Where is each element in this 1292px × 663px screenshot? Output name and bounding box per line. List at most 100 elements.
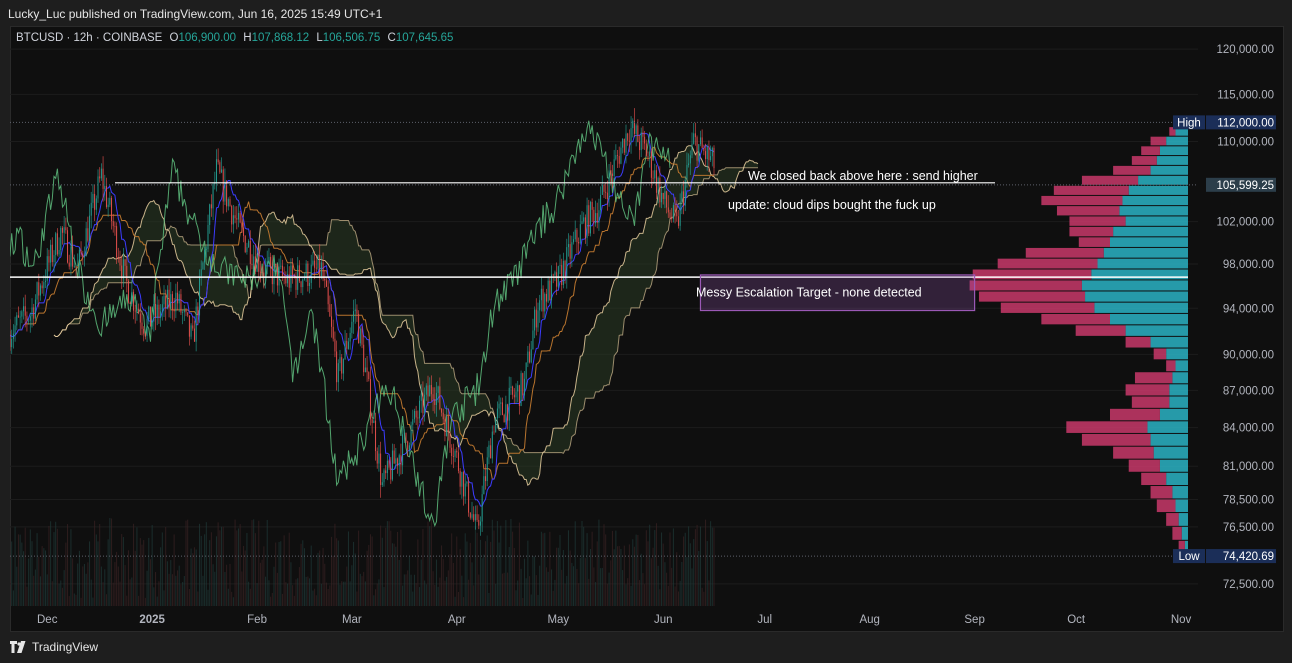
- candle-body: [623, 138, 625, 153]
- volume-bar: [353, 541, 355, 606]
- profile-bar-down: [1075, 325, 1126, 336]
- x-tick-label: Aug: [859, 614, 879, 626]
- volume-bar: [669, 532, 671, 606]
- candle-body: [53, 255, 55, 263]
- price-chart[interactable]: We closed back above here : send higher u…: [10, 26, 1282, 630]
- volume-bar: [463, 597, 465, 606]
- candle-body: [581, 221, 583, 225]
- candle-body: [523, 378, 525, 396]
- candle-body: [456, 450, 458, 453]
- candle-body: [705, 151, 707, 160]
- volume-bar: [78, 550, 80, 606]
- candle-body: [696, 137, 698, 161]
- volume-bar: [105, 594, 107, 606]
- volume-bar: [354, 553, 356, 606]
- price-tag-label: High: [1177, 117, 1201, 129]
- candle-body: [520, 373, 522, 406]
- volume-bar: [34, 569, 36, 606]
- candle-body: [126, 265, 128, 281]
- volume-bar: [522, 597, 524, 606]
- volume-bar: [512, 531, 514, 606]
- candle-body: [606, 192, 608, 200]
- volume-bar: [317, 552, 319, 606]
- candle-body: [573, 239, 575, 243]
- volume-bar: [564, 583, 566, 606]
- candle-body: [288, 273, 290, 288]
- volume-bar: [102, 582, 104, 606]
- candle-body: [149, 306, 151, 327]
- volume-bar: [73, 593, 75, 606]
- candle-body: [273, 264, 275, 285]
- volume-bar: [691, 568, 693, 606]
- volume-bar: [227, 588, 229, 606]
- profile-bar-down: [1069, 226, 1114, 237]
- candle-body: [510, 386, 512, 388]
- volume-bar: [268, 580, 270, 606]
- volume-bar: [14, 526, 16, 606]
- profile-bar-up: [1166, 472, 1188, 486]
- volume-bar: [664, 562, 666, 606]
- candle-body: [640, 132, 642, 151]
- candle-body: [239, 212, 241, 223]
- volume-bar: [346, 566, 348, 606]
- candle-body: [684, 179, 686, 206]
- volume-bar: [425, 584, 427, 606]
- y-tick-label: 84,000.00: [1223, 423, 1274, 435]
- volume-bar: [347, 531, 349, 606]
- candle-body: [652, 177, 654, 179]
- volume-bar: [368, 544, 370, 606]
- candle-body: [701, 137, 703, 149]
- volume-bar: [501, 573, 503, 606]
- candle-body: [596, 213, 598, 223]
- volume-bar: [391, 543, 393, 606]
- volume-bar: [97, 541, 99, 606]
- candle-body: [691, 143, 693, 156]
- profile-bar-up: [1159, 408, 1188, 421]
- profile-bar-up: [1110, 313, 1188, 325]
- volume-bar: [258, 520, 260, 606]
- volume-bar: [65, 542, 67, 606]
- symbol-label[interactable]: BTCUSD · 12h · COINBASE: [16, 32, 162, 44]
- profile-bar-down: [1056, 206, 1120, 216]
- y-tick-label: 115,000.00: [1217, 89, 1274, 101]
- candle-body: [654, 170, 656, 179]
- volume-bar: [471, 562, 473, 606]
- volume-bar: [627, 578, 629, 606]
- profile-bar-down: [1053, 185, 1129, 195]
- candle-body: [143, 328, 145, 334]
- candle-body: [361, 328, 363, 345]
- candle-body: [170, 294, 172, 309]
- volume-bar: [613, 549, 615, 606]
- volume-bar: [163, 590, 165, 606]
- candle-body: [312, 260, 314, 265]
- candle-body: [454, 450, 456, 457]
- candle-body: [276, 264, 278, 286]
- candle-body: [100, 168, 102, 179]
- candle-body: [92, 193, 94, 203]
- volume-bar: [600, 568, 602, 606]
- candle-body: [556, 272, 558, 287]
- volume-bar: [605, 534, 607, 606]
- volume-bar: [420, 559, 422, 606]
- candle-body: [97, 176, 99, 199]
- volume-bar: [703, 591, 705, 606]
- profile-bar-down: [1153, 348, 1167, 360]
- volume-bar: [452, 562, 454, 606]
- candle-body: [287, 273, 289, 284]
- volume-bar: [99, 523, 101, 606]
- profile-bar-up: [1128, 185, 1188, 195]
- candle-body: [611, 173, 613, 176]
- candle-body: [693, 133, 695, 144]
- volume-bar: [457, 591, 459, 606]
- candle-body: [72, 246, 74, 267]
- profile-bar-up: [1097, 258, 1188, 269]
- candle-body: [144, 333, 146, 336]
- candle-body: [559, 265, 561, 267]
- tradingview-brand[interactable]: TradingView: [10, 640, 98, 654]
- volume-bar: [708, 580, 710, 606]
- candle-body: [515, 391, 517, 398]
- volume-bar: [483, 554, 485, 606]
- candle-body: [151, 321, 153, 327]
- profile-bar-down: [1141, 146, 1160, 156]
- volume-bar: [146, 570, 148, 606]
